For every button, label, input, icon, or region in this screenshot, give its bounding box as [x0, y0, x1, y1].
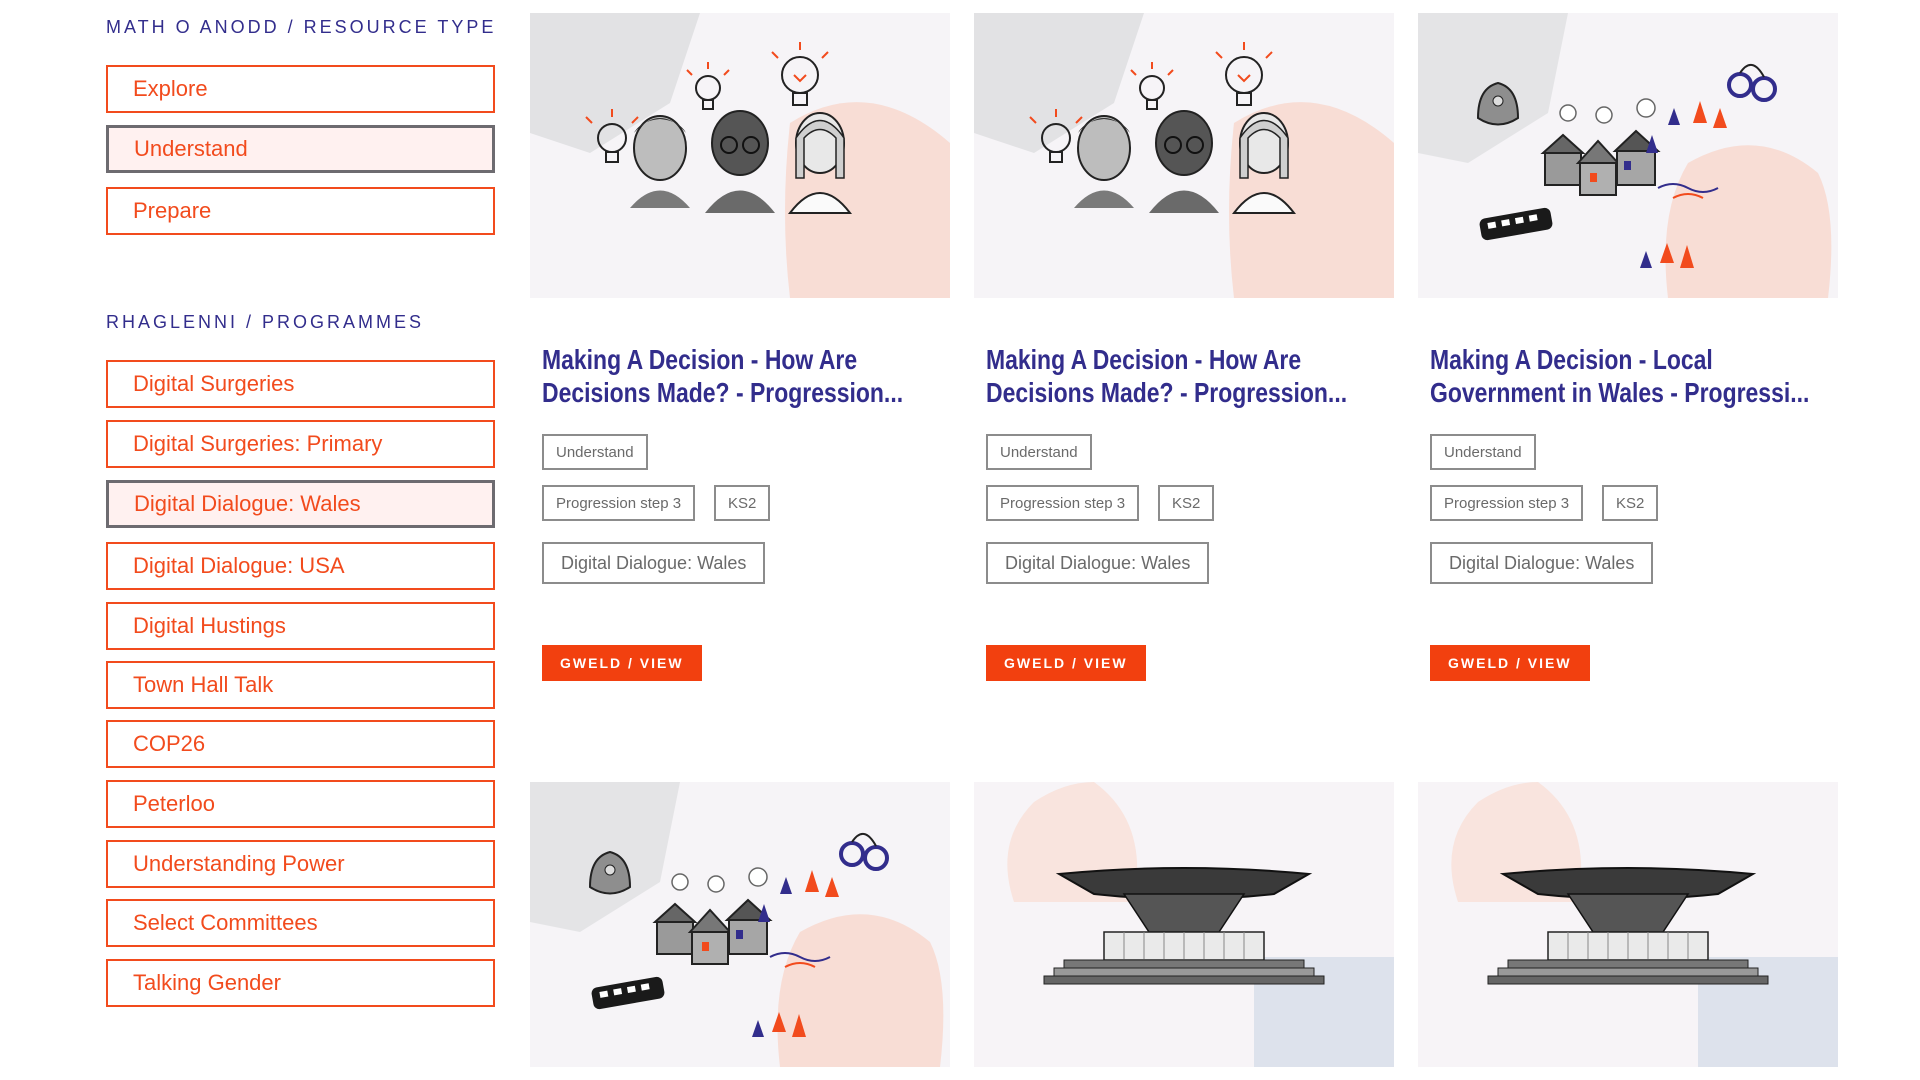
key-stage-tag: KS2: [714, 485, 771, 521]
resource-type-heading: MATH O ANODD / RESOURCE TYPE: [106, 17, 497, 37]
card-thumbnail-image[interactable]: [530, 782, 950, 1067]
view-button[interactable]: GWELD / VIEW: [986, 645, 1146, 681]
card-thumbnail-image[interactable]: [1418, 13, 1838, 298]
programme-digital-dialogue-wales-button[interactable]: Digital Dialogue: Wales: [106, 480, 495, 528]
filter-understand-button[interactable]: Understand: [106, 125, 495, 173]
programmes-heading: RHAGLENNI / PROGRAMMES: [106, 312, 425, 332]
resource-card: [530, 782, 950, 1067]
card-thumbnail-image[interactable]: [530, 13, 950, 298]
programme-town-hall-talk-button[interactable]: Town Hall Talk: [106, 661, 495, 709]
programme-digital-hustings-button[interactable]: Digital Hustings: [106, 602, 495, 650]
filter-explore-button[interactable]: Explore: [106, 65, 495, 113]
key-stage-tag: KS2: [1158, 485, 1215, 521]
card-thumbnail-image[interactable]: [974, 782, 1394, 1067]
card-thumbnail-image[interactable]: [974, 13, 1394, 298]
resource-type-tag: Understand: [986, 434, 1092, 470]
resource-type-tag: Understand: [1430, 434, 1536, 470]
filter-prepare-button[interactable]: Prepare: [106, 187, 495, 235]
resource-card: Making A Decision - Local Government in …: [1418, 13, 1838, 683]
progression-step-tag: Progression step 3: [542, 485, 696, 521]
resource-type-tag: Understand: [542, 434, 648, 470]
programme-tag: Digital Dialogue: Wales: [1430, 542, 1654, 584]
progression-step-tag: Progression step 3: [986, 485, 1140, 521]
progression-step-tag: Progression step 3: [1430, 485, 1584, 521]
programme-tag: Digital Dialogue: Wales: [986, 542, 1210, 584]
view-button[interactable]: GWELD / VIEW: [542, 645, 702, 681]
programme-digital-surgeries-primary-button[interactable]: Digital Surgeries: Primary: [106, 420, 495, 468]
programme-select-committees-button[interactable]: Select Committees: [106, 899, 495, 947]
programme-tag: Digital Dialogue: Wales: [542, 542, 766, 584]
view-button[interactable]: GWELD / VIEW: [1430, 645, 1590, 681]
programme-digital-dialogue-usa-button[interactable]: Digital Dialogue: USA: [106, 542, 495, 590]
programme-talking-gender-button[interactable]: Talking Gender: [106, 959, 495, 1007]
card-title[interactable]: Making A Decision - How Are Decisions Ma…: [542, 343, 936, 409]
key-stage-tag: KS2: [1602, 485, 1659, 521]
card-thumbnail-image[interactable]: [1418, 782, 1838, 1067]
resource-card: [1418, 782, 1838, 1067]
programme-digital-surgeries-button[interactable]: Digital Surgeries: [106, 360, 495, 408]
resource-card: Making A Decision - How Are Decisions Ma…: [530, 13, 950, 683]
programme-peterloo-button[interactable]: Peterloo: [106, 780, 495, 828]
programme-cop26-button[interactable]: COP26: [106, 720, 495, 768]
card-title[interactable]: Making A Decision - How Are Decisions Ma…: [986, 343, 1380, 409]
resource-card: Making A Decision - How Are Decisions Ma…: [974, 13, 1394, 683]
resource-card: [974, 782, 1394, 1067]
programme-understanding-power-button[interactable]: Understanding Power: [106, 840, 495, 888]
card-title[interactable]: Making A Decision - Local Government in …: [1430, 343, 1824, 409]
